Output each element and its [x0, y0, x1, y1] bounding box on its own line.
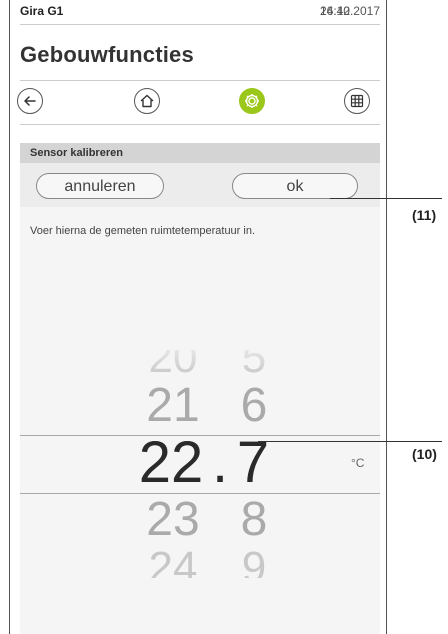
- decimal-separator: .: [212, 430, 229, 495]
- callout-line-picker: [258, 441, 442, 442]
- callout-line-ok: [330, 198, 442, 199]
- status-bar: Gira G1 14:42 26.10.2017: [10, 0, 386, 26]
- selection-bottom-line: [20, 493, 380, 494]
- callout-label-picker: (10): [412, 446, 437, 462]
- grid-icon: [350, 94, 364, 108]
- building-functions-button[interactable]: [239, 88, 265, 114]
- integer-option[interactable]: 23: [138, 496, 208, 544]
- callout-label-ok: (11): [412, 207, 437, 223]
- integer-selected[interactable]: 22: [130, 434, 212, 492]
- cancel-button[interactable]: annuleren: [36, 173, 164, 199]
- overview-button[interactable]: [344, 88, 370, 114]
- unit-label: °C: [351, 456, 365, 470]
- home-button[interactable]: [134, 88, 160, 114]
- temperature-picker[interactable]: 20 21 22 23 24 . 5 6 7 8 9 °C: [20, 336, 380, 634]
- dialog-header: Sensor kalibreren: [20, 143, 380, 163]
- home-icon: [140, 94, 154, 108]
- divider: [20, 24, 380, 25]
- clock-date: 26.10.2017: [319, 4, 380, 18]
- decimal-option[interactable]: 6: [232, 382, 276, 430]
- device-screen: Gira G1 14:42 26.10.2017 Gebouwfuncties: [9, 0, 387, 634]
- nav-bar: [10, 88, 386, 118]
- integer-option[interactable]: 21: [138, 382, 208, 430]
- brand-label: Gira G1: [20, 4, 64, 18]
- decimal-selected[interactable]: 7: [228, 434, 278, 492]
- instruction-text: Voer hierna de gemeten ruimtetemperatuur…: [30, 225, 256, 237]
- arrow-left-icon: [24, 96, 36, 106]
- gear-icon: [245, 94, 259, 108]
- selection-top-line: [20, 435, 380, 436]
- divider: [20, 80, 380, 81]
- decimal-option[interactable]: 8: [232, 496, 276, 544]
- divider: [20, 124, 380, 125]
- page-title: Gebouwfuncties: [20, 42, 194, 67]
- ok-button[interactable]: ok: [232, 173, 358, 199]
- back-button[interactable]: [17, 88, 43, 114]
